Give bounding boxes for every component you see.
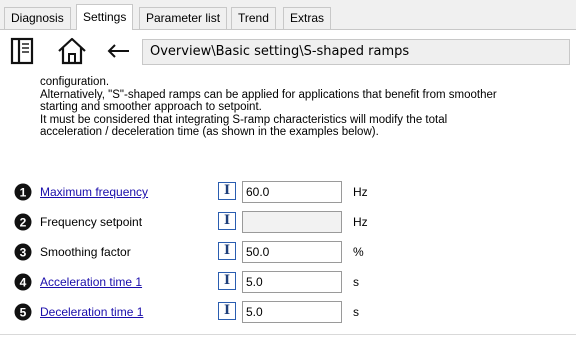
param-row-maximum-frequency: 1 Maximum frequency I 60.0 Hz — [0, 180, 576, 204]
tab-diagnosis[interactable]: Diagnosis — [4, 7, 71, 29]
unit-label: % — [353, 245, 364, 259]
smoothing-factor-field[interactable]: 50.0 — [242, 241, 342, 263]
acceleration-time-1-link[interactable]: Acceleration time 1 — [40, 275, 142, 289]
input-mode-icon[interactable]: I — [218, 242, 236, 260]
number-badge-text: 4 — [20, 275, 27, 289]
frequency-setpoint-field[interactable] — [242, 211, 342, 233]
tab-settings[interactable]: Settings — [76, 4, 134, 30]
content-area: configuration. Alternatively, "S"-shaped… — [0, 74, 576, 338]
description-line: starting and smoother approach to setpoi… — [40, 101, 262, 114]
number-badge-icon: 1 — [14, 183, 32, 201]
param-row-acceleration-time-1: 4 Acceleration time 1 I 5.0 s — [0, 270, 576, 294]
tab-trend[interactable]: Trend — [231, 7, 276, 29]
unit-label: s — [353, 275, 359, 289]
param-row-frequency-setpoint: 2 Frequency setpoint I Hz — [0, 210, 576, 234]
description-line: It must be considered that integrating S… — [40, 113, 448, 126]
number-badge-icon: 2 — [14, 213, 32, 231]
breadcrumb-path: Overview\Basic setting\S-shaped ramps — [142, 39, 570, 65]
param-row-deceleration-time-1: 5 Deceleration time 1 I 5.0 s — [0, 300, 576, 324]
home-icon[interactable] — [56, 36, 86, 66]
param-row-smoothing-factor: 3 Smoothing factor I 50.0 % — [0, 240, 576, 264]
input-mode-icon[interactable]: I — [218, 272, 236, 290]
number-badge-text: 2 — [20, 215, 27, 229]
number-badge-text: 3 — [20, 245, 27, 259]
bottom-divider — [0, 334, 576, 335]
deceleration-time-1-field[interactable]: 5.0 — [242, 301, 342, 323]
number-badge-icon: 4 — [14, 273, 32, 291]
unit-label: Hz — [353, 215, 368, 229]
tab-extras[interactable]: Extras — [283, 7, 332, 29]
maximum-frequency-field[interactable]: 60.0 — [242, 181, 342, 203]
description-line: acceleration / deceleration time (as sho… — [40, 126, 379, 139]
maximum-frequency-link[interactable]: Maximum frequency — [40, 185, 148, 199]
smoothing-factor-label: Smoothing factor — [40, 245, 131, 259]
description-line: Alternatively, "S"-shaped ramps can be a… — [40, 88, 497, 101]
unit-label: s — [353, 305, 359, 319]
tab-bar: Diagnosis Settings Parameter list Trend … — [0, 0, 576, 30]
input-mode-icon[interactable]: I — [218, 212, 236, 230]
number-badge-icon: 5 — [14, 303, 32, 321]
input-mode-icon[interactable]: I — [218, 302, 236, 320]
tab-parameter-list[interactable]: Parameter list — [139, 7, 228, 29]
deceleration-time-1-link[interactable]: Deceleration time 1 — [40, 305, 143, 319]
number-badge-icon: 3 — [14, 243, 32, 261]
frequency-setpoint-label: Frequency setpoint — [40, 215, 143, 229]
description-line: configuration. — [40, 76, 110, 88]
number-badge-text: 5 — [20, 305, 27, 319]
back-arrow-icon[interactable] — [104, 36, 132, 66]
description-text: configuration. Alternatively, "S"-shaped… — [40, 76, 570, 139]
input-mode-icon[interactable]: I — [218, 182, 236, 200]
acceleration-time-1-field[interactable]: 5.0 — [242, 271, 342, 293]
panel-icon[interactable] — [8, 36, 38, 66]
unit-label: Hz — [353, 185, 368, 199]
number-badge-text: 1 — [20, 185, 27, 199]
